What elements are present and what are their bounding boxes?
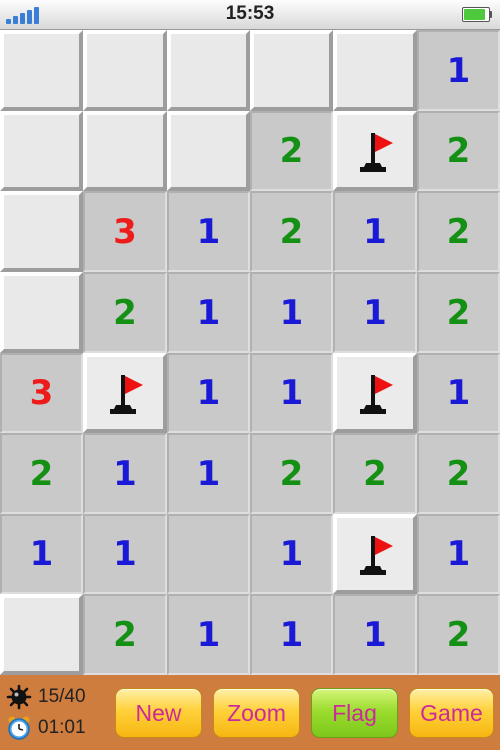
number-cell[interactable]: 2: [417, 111, 500, 191]
cell-number: 1: [363, 614, 387, 655]
number-cell[interactable]: 2: [0, 433, 83, 514]
number-cell[interactable]: 1: [250, 353, 333, 433]
number-cell[interactable]: 1: [250, 272, 333, 353]
number-cell[interactable]: 1: [167, 353, 250, 433]
cell-number: 2: [446, 292, 471, 333]
cell-number: 1: [446, 50, 471, 91]
covered-cell[interactable]: [0, 111, 83, 191]
game-menu-button[interactable]: Game: [409, 688, 494, 738]
cell-number: 1: [29, 534, 54, 574]
cell-number: 1: [279, 534, 304, 574]
timer: 01:01: [38, 717, 86, 738]
cell-number: 1: [279, 614, 304, 655]
covered-cell[interactable]: [167, 30, 250, 111]
number-cell[interactable]: 2: [417, 594, 500, 675]
cell-number: 1: [113, 453, 137, 494]
number-cell[interactable]: 1: [333, 272, 417, 353]
cell-number: 1: [196, 453, 221, 494]
cell-number: 3: [29, 373, 54, 413]
number-cell[interactable]: 3: [0, 353, 83, 433]
empty-cell[interactable]: [167, 514, 250, 594]
cell-number: 1: [113, 534, 137, 574]
number-cell[interactable]: 1: [0, 514, 83, 594]
number-cell[interactable]: 2: [83, 594, 167, 675]
number-cell[interactable]: 1: [250, 514, 333, 594]
covered-cell[interactable]: [0, 191, 83, 272]
cell-number: 2: [29, 453, 54, 494]
covered-cell[interactable]: [333, 30, 417, 111]
cell-number: 2: [279, 453, 304, 494]
number-cell[interactable]: 2: [417, 191, 500, 272]
number-cell[interactable]: 1: [167, 433, 250, 514]
covered-cell[interactable]: [0, 30, 83, 111]
number-cell[interactable]: 2: [417, 433, 500, 514]
number-cell[interactable]: 3: [83, 191, 167, 272]
mine-icon: [6, 684, 32, 710]
cell-number: 2: [446, 614, 471, 655]
status-bar: 15:53: [0, 0, 500, 30]
flagged-cell[interactable]: [333, 514, 417, 594]
elapsed-time: 01:01: [6, 715, 86, 741]
number-cell[interactable]: 2: [250, 111, 333, 191]
number-cell[interactable]: 1: [417, 514, 500, 594]
number-cell[interactable]: 2: [417, 272, 500, 353]
number-cell[interactable]: 2: [333, 433, 417, 514]
minefield-board: 1 2 2 3 1 2 1 2 2 1 1 1 2 3 1 1 1 2 1 1 2 2 2 1 1 1 1 2 1 1 1 2: [0, 30, 500, 675]
number-cell[interactable]: 2: [83, 272, 167, 353]
number-cell[interactable]: 1: [167, 272, 250, 353]
number-cell[interactable]: 1: [83, 433, 167, 514]
new-game-button[interactable]: New: [115, 688, 202, 738]
cell-number: 1: [196, 373, 221, 413]
cell-number: 1: [196, 292, 221, 333]
covered-cell[interactable]: [167, 111, 250, 191]
flag-icon: [360, 536, 393, 575]
mines-counter: 15/40: [38, 686, 86, 707]
cell-number: 1: [196, 614, 221, 655]
cell-number: 1: [446, 534, 471, 574]
cell-number: 2: [113, 292, 137, 333]
flagged-cell[interactable]: [83, 353, 167, 433]
flagged-cell[interactable]: [333, 353, 417, 433]
flag-icon: [110, 375, 143, 414]
status-time: 15:53: [225, 3, 275, 24]
cell-number: 2: [446, 453, 471, 494]
battery-icon: [462, 7, 492, 22]
number-cell[interactable]: 1: [250, 594, 333, 675]
cell-number: 1: [446, 373, 471, 413]
number-cell[interactable]: 2: [250, 433, 333, 514]
cell-number: 3: [113, 211, 137, 252]
alarm-clock-icon: [8, 716, 30, 740]
flag-icon: [360, 375, 393, 414]
cell-number: 1: [279, 292, 304, 333]
cell-number: 2: [446, 211, 471, 252]
mines-remaining: 15/40: [6, 684, 86, 710]
number-cell[interactable]: 1: [333, 191, 417, 272]
number-cell[interactable]: 1: [167, 191, 250, 272]
number-cell[interactable]: 1: [167, 594, 250, 675]
cell-number: 1: [279, 373, 304, 413]
covered-cell[interactable]: [250, 30, 333, 111]
cell-number: 2: [279, 131, 304, 171]
flag-icon: [360, 133, 393, 172]
flagged-cell[interactable]: [333, 111, 417, 191]
bottom-toolbar: 15/40 01:01 New Zoom Flag Game: [0, 675, 500, 750]
number-cell[interactable]: 1: [417, 30, 500, 111]
cell-number: 1: [363, 211, 387, 252]
cell-number: 2: [279, 211, 304, 252]
cell-number: 1: [363, 292, 387, 333]
zoom-button[interactable]: Zoom: [213, 688, 300, 738]
number-cell[interactable]: 2: [250, 191, 333, 272]
covered-cell[interactable]: [83, 111, 167, 191]
number-cell[interactable]: 1: [83, 514, 167, 594]
flag-mode-button[interactable]: Flag: [311, 688, 398, 738]
cell-number: 1: [196, 211, 221, 252]
covered-cell[interactable]: [0, 594, 83, 675]
cell-number: 2: [363, 453, 387, 494]
covered-cell[interactable]: [83, 30, 167, 111]
number-cell[interactable]: 1: [333, 594, 417, 675]
covered-cell[interactable]: [0, 272, 83, 353]
cell-number: 2: [446, 131, 471, 171]
number-cell[interactable]: 1: [417, 353, 500, 433]
cell-number: 2: [113, 614, 137, 655]
